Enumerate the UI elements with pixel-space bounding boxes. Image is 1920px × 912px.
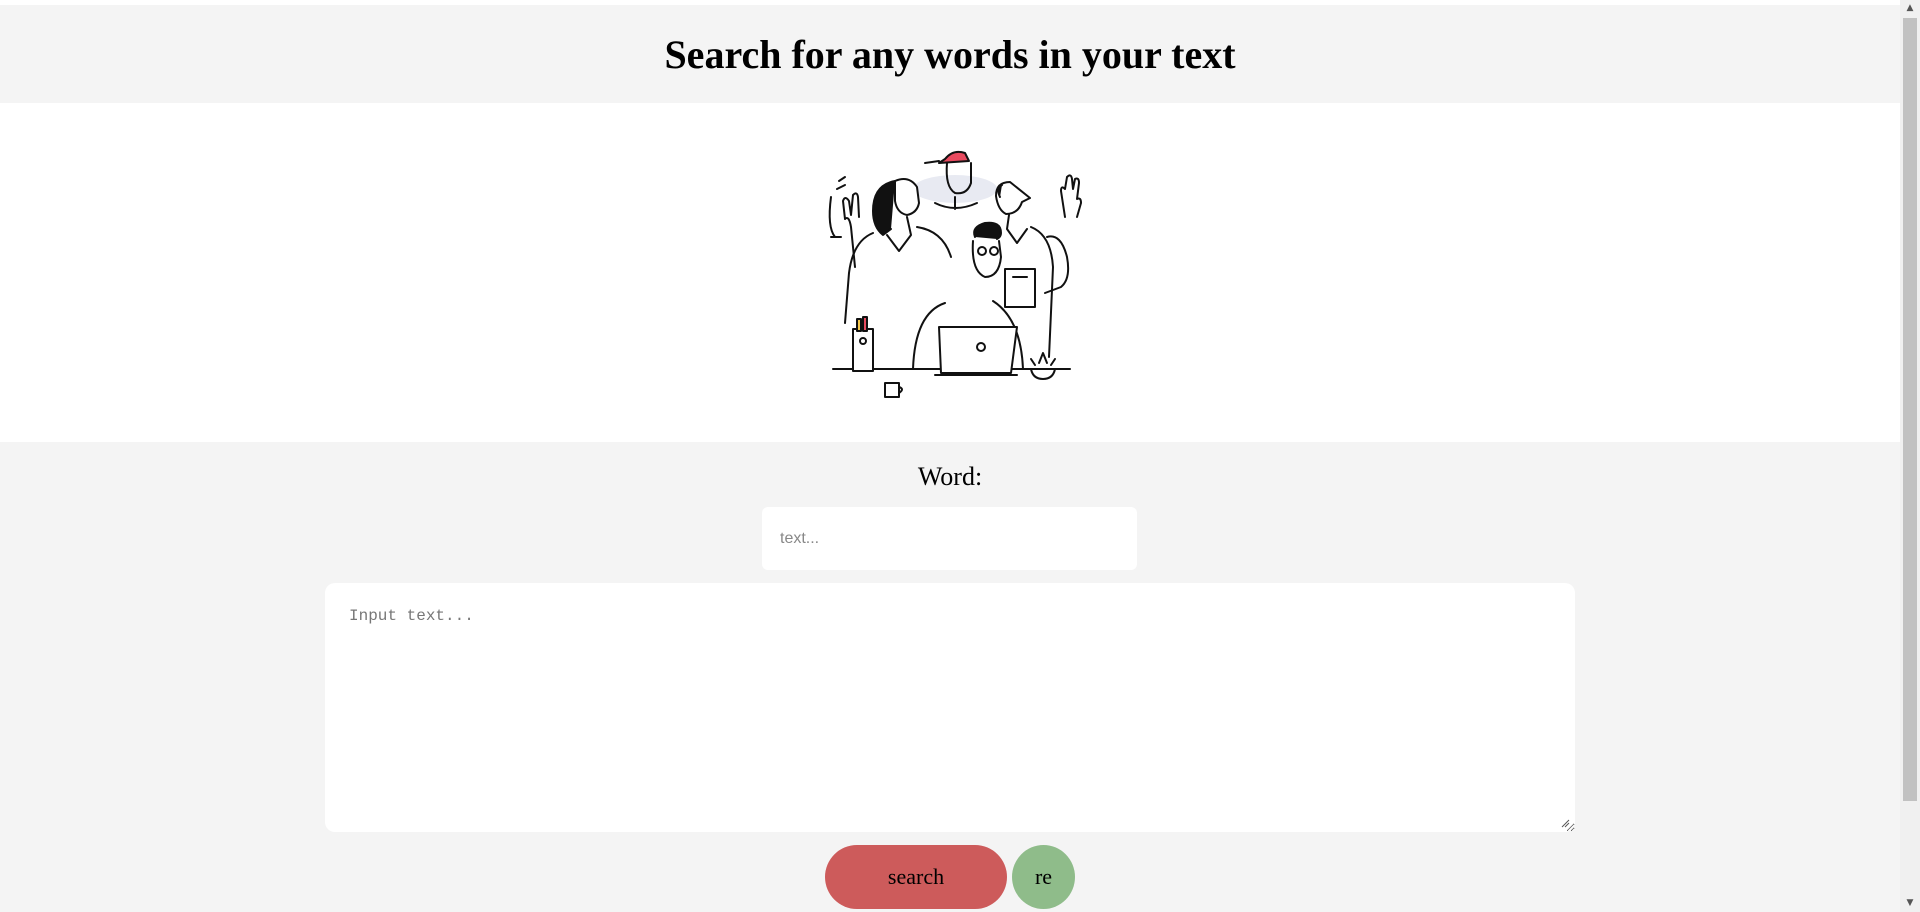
scrollbar-thumb[interactable]: [1903, 18, 1917, 801]
page-header: Search for any words in your text: [0, 5, 1900, 103]
word-label: Word:: [917, 462, 983, 491]
arrow-down-icon[interactable]: ▼: [1900, 895, 1920, 912]
search-button[interactable]: search: [825, 845, 1007, 909]
resize-handle-icon[interactable]: [1560, 818, 1570, 828]
vertical-scrollbar[interactable]: ▲ ▼: [1900, 0, 1920, 912]
page: Search for any words in your text Word: …: [0, 0, 1900, 912]
text-input-area[interactable]: [325, 583, 1575, 832]
hero-section: [0, 103, 1900, 442]
team-illustration: [828, 150, 1082, 398]
arrow-up-icon[interactable]: ▲: [1900, 0, 1920, 17]
reset-button[interactable]: re: [1012, 845, 1075, 909]
word-input[interactable]: [762, 507, 1137, 570]
page-title: Search for any words in your text: [664, 32, 1236, 77]
search-form: Word: search re: [0, 442, 1900, 912]
